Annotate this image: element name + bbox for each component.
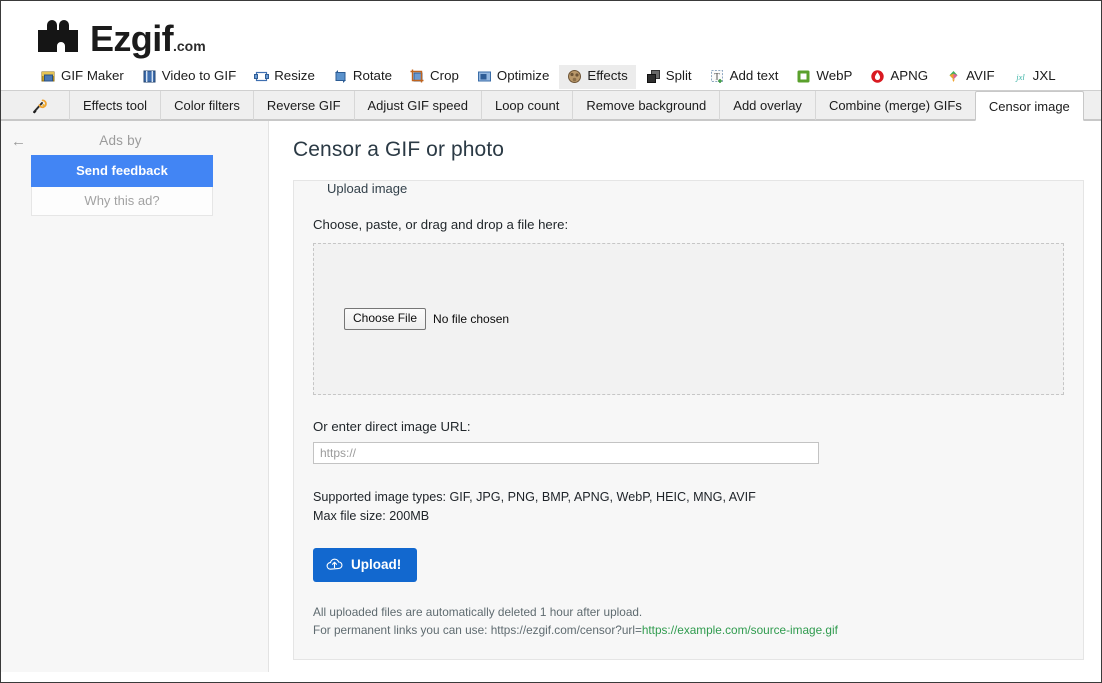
example-url-link[interactable]: https://example.com/source-image.gif <box>642 623 838 637</box>
upload-card: Upload image Choose, paste, or drag and … <box>293 180 1084 661</box>
note-deletion: All uploaded files are automatically del… <box>313 604 643 619</box>
tab-label: Adjust GIF speed <box>367 98 468 113</box>
webp-icon <box>796 69 811 84</box>
crop-icon <box>410 69 425 84</box>
tab-label: Reverse GIF <box>266 98 341 113</box>
svg-text:jxl: jxl <box>1015 72 1025 82</box>
gif-maker-icon <box>41 69 56 84</box>
page-title: Censor a GIF or photo <box>293 138 505 161</box>
note-prefix: For permanent links you can use: https:/… <box>313 623 642 638</box>
tab-loop-count[interactable]: Loop count <box>480 91 572 120</box>
rotate-icon <box>333 69 348 84</box>
nav-label: Resize <box>274 68 315 84</box>
logo-wordmark: Ezgif.com <box>90 18 206 59</box>
browser-page: Ezgif.com GIF Maker Video to GIF Resize … <box>0 0 1102 683</box>
nav-label: WebP <box>816 68 853 84</box>
main-panel: Censor a GIF or photo Upload image Choos… <box>269 121 1101 672</box>
ezgif-logo-icon <box>35 17 81 55</box>
upload-fieldset: Upload image Choose, paste, or drag and … <box>294 181 1083 659</box>
nav-label: Add text <box>729 68 779 84</box>
send-feedback-button[interactable]: Send feedback <box>31 155 213 187</box>
nav-item-rotate[interactable]: Rotate <box>325 65 400 89</box>
url-row: Or enter direct image URL: <box>313 419 1064 464</box>
nav-item-split[interactable]: Split <box>638 65 700 89</box>
tab-effects-tool[interactable]: Effects tool <box>69 91 160 120</box>
nav-item-optimize[interactable]: Optimize <box>469 65 557 89</box>
page-content: ← Ads by Send feedback Why this ad? Cens… <box>1 121 1101 672</box>
upload-button[interactable]: Upload! <box>313 547 418 582</box>
max-file-size-text: Max file size: 200MB <box>313 508 430 523</box>
tab-remove-background[interactable]: Remove background <box>572 91 719 120</box>
effects-icon <box>567 69 582 84</box>
tab-label: Color filters <box>174 98 240 113</box>
nav-item-webp[interactable]: WebP <box>788 65 860 89</box>
nav-label: Split <box>665 68 692 84</box>
site-logo[interactable]: Ezgif.com <box>35 17 206 59</box>
nav-item-apng[interactable]: APNG <box>862 65 936 89</box>
split-icon <box>646 69 661 84</box>
nav-item-video-to-gif[interactable]: Video to GIF <box>134 65 244 89</box>
nav-item-jxl[interactable]: jxl JXL <box>1005 65 1064 89</box>
resize-icon <box>254 69 270 84</box>
nav-item-resize[interactable]: Resize <box>246 65 323 89</box>
choose-file-label: Choose, paste, or drag and drop a file h… <box>313 217 569 232</box>
choose-file-button[interactable]: Choose File <box>344 308 427 330</box>
image-url-input[interactable] <box>313 442 819 464</box>
file-status-text: No file chosen <box>433 312 510 326</box>
sub-navigation-tabs: Effects tool Color filters Reverse GIF A… <box>1 91 1101 121</box>
nav-item-effects[interactable]: Effects <box>559 64 636 89</box>
tab-censor-image[interactable]: Censor image <box>974 91 1084 121</box>
tab-adjust-gif-speed[interactable]: Adjust GIF speed <box>353 91 481 120</box>
url-label: Or enter direct image URL: <box>313 419 471 434</box>
site-header: Ezgif.com <box>1 1 1101 63</box>
video-to-gif-icon <box>142 69 157 84</box>
supported-types-text: Supported image types: GIF, JPG, PNG, BM… <box>313 490 756 504</box>
tab-reverse-gif[interactable]: Reverse GIF <box>252 91 354 120</box>
cloud-upload-icon <box>326 557 343 571</box>
nav-label: Rotate <box>352 68 393 84</box>
tab-label: Effects tool <box>83 98 148 113</box>
nav-label: Crop <box>430 68 459 84</box>
sidebar-ad-panel: ← Ads by Send feedback Why this ad? <box>1 121 269 672</box>
tab-combine-merge-gifs[interactable]: Combine (merge) GIFs <box>814 91 975 120</box>
nav-item-avif[interactable]: AVIF <box>938 65 1003 89</box>
nav-label: Effects <box>587 68 628 84</box>
magic-wand-icon <box>31 98 47 114</box>
file-input-group[interactable]: Choose File No file chosen <box>344 308 509 330</box>
logo-tld: .com <box>173 38 206 54</box>
file-dropzone[interactable]: Choose File No file chosen <box>313 243 1064 395</box>
nav-item-add-text[interactable]: T Add text <box>702 65 787 89</box>
jxl-icon: jxl <box>1013 69 1028 84</box>
ad-back-arrow-icon[interactable]: ← <box>11 134 26 149</box>
tab-label: Loop count <box>494 98 560 113</box>
tab-effects-tool-icon[interactable] <box>15 91 69 120</box>
nav-item-crop[interactable]: Crop <box>402 65 467 89</box>
nav-label: JXL <box>1032 68 1056 84</box>
nav-item-gif-maker[interactable]: GIF Maker <box>33 65 132 89</box>
avif-icon <box>946 69 961 84</box>
upload-notes: All uploaded files are automatically del… <box>313 603 1064 640</box>
upload-button-label: Upload! <box>351 556 402 572</box>
ads-by-label: Ads by <box>99 133 142 148</box>
why-this-ad-button[interactable]: Why this ad? <box>31 187 213 216</box>
nav-label: AVIF <box>966 68 995 84</box>
upload-legend: Upload image <box>327 181 408 196</box>
tab-add-overlay[interactable]: Add overlay <box>719 91 815 120</box>
optimize-icon <box>477 69 492 84</box>
ad-container: ← Ads by Send feedback Why this ad? <box>1 133 268 216</box>
tab-label: Add overlay <box>733 98 802 113</box>
nav-label: GIF Maker <box>61 68 124 84</box>
tab-label: Censor image <box>988 98 1070 114</box>
tab-label: Remove background <box>586 98 707 113</box>
supported-types-block: Supported image types: GIF, JPG, PNG, BM… <box>313 488 1064 526</box>
tab-label: Combine (merge) GIFs <box>828 98 962 113</box>
main-navigation: GIF Maker Video to GIF Resize Rotate Cro… <box>1 63 1101 91</box>
note-permanent-links: For permanent links you can use: https:/… <box>313 621 1064 639</box>
apng-icon <box>870 69 885 84</box>
nav-label: Video to GIF <box>161 68 237 84</box>
nav-label: Optimize <box>496 68 550 84</box>
tab-color-filters[interactable]: Color filters <box>160 91 253 120</box>
nav-label: APNG <box>890 68 929 84</box>
add-text-icon: T <box>710 69 725 84</box>
